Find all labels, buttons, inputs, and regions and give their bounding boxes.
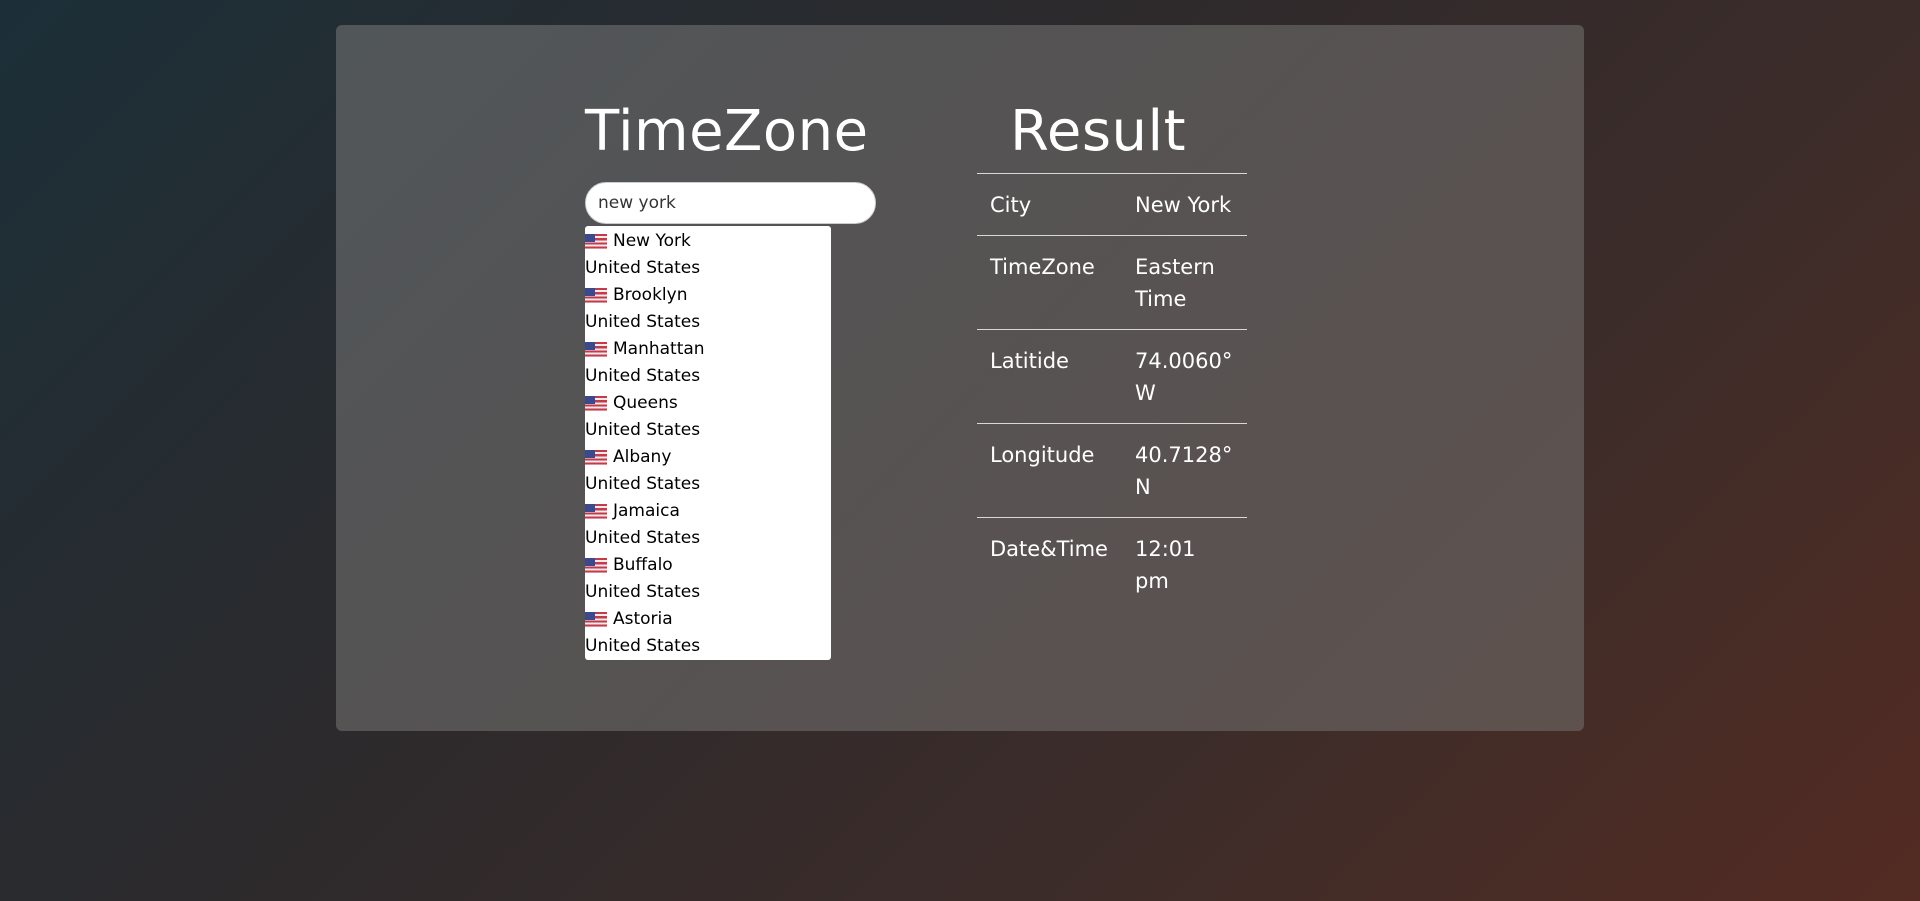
us-flag-icon xyxy=(585,450,607,465)
result-label: Date&Time xyxy=(990,537,1108,561)
result-value: Eastern Time xyxy=(1135,255,1215,311)
us-flag-icon xyxy=(585,612,607,627)
us-flag-icon xyxy=(585,288,607,303)
suggestion-country: United States xyxy=(585,582,701,602)
suggestion-city: New York xyxy=(613,231,691,251)
suggestion-city: Brooklyn xyxy=(613,285,688,305)
result-label: City xyxy=(990,193,1032,217)
suggestion-city: Queens xyxy=(613,393,678,413)
result-value: 74.0060° W xyxy=(1135,349,1233,405)
suggestion-city: Albany xyxy=(613,447,672,467)
suggestion-item-manhattan[interactable]: Manhattan United States xyxy=(585,336,831,390)
suggestion-city: Astoria xyxy=(613,609,673,629)
result-row-latitude: Latitide 74.0060° W xyxy=(977,329,1247,424)
result-title: Result xyxy=(1010,99,1187,164)
timezone-column: TimeZone New York United States Brooklyn… xyxy=(585,92,885,660)
suggestion-item-astoria[interactable]: Astoria United States xyxy=(585,606,831,660)
suggestion-city: Jamaica xyxy=(613,501,680,521)
suggestion-country: United States xyxy=(585,420,701,440)
suggestion-item-queens[interactable]: Queens United States xyxy=(585,390,831,444)
suggestion-city: Buffalo xyxy=(613,555,673,575)
suggestion-item-jamaica[interactable]: Jamaica United States xyxy=(585,498,831,552)
result-row-datetime: Date&Time 12:01 pm xyxy=(977,517,1247,612)
result-value: 12:01 pm xyxy=(1135,537,1196,593)
result-row-city: City New York xyxy=(977,173,1247,236)
main-panel xyxy=(336,25,1584,731)
result-row-longitude: Longitude 40.7128° N xyxy=(977,423,1247,518)
suggestion-country: United States xyxy=(585,312,701,332)
city-search-input[interactable] xyxy=(585,182,876,224)
result-column: Result City New York TimeZone Eastern Ti… xyxy=(977,92,1247,611)
result-row-timezone: TimeZone Eastern Time xyxy=(977,235,1247,330)
result-label: TimeZone xyxy=(990,255,1095,279)
suggestion-country: United States xyxy=(585,528,701,548)
suggestion-city: Manhattan xyxy=(613,339,705,359)
suggestion-country: United States xyxy=(585,474,701,494)
result-value: New York xyxy=(1135,193,1232,217)
result-value: 40.7128° N xyxy=(1135,443,1233,499)
result-label: Latitide xyxy=(990,349,1069,373)
us-flag-icon xyxy=(585,504,607,519)
suggestion-country: United States xyxy=(585,258,701,278)
timezone-title: TimeZone xyxy=(585,99,869,164)
suggestion-item-buffalo[interactable]: Buffalo United States xyxy=(585,552,831,606)
result-table: City New York TimeZone Eastern Time Lati… xyxy=(977,173,1247,611)
us-flag-icon xyxy=(585,396,607,411)
suggestion-country: United States xyxy=(585,366,701,386)
suggestion-dropdown: New York United States Brooklyn United S… xyxy=(585,226,831,660)
result-label: Longitude xyxy=(990,443,1095,467)
suggestion-item-new-york[interactable]: New York United States xyxy=(585,228,831,282)
us-flag-icon xyxy=(585,342,607,357)
us-flag-icon xyxy=(585,234,607,249)
suggestion-item-albany[interactable]: Albany United States xyxy=(585,444,831,498)
suggestion-country: United States xyxy=(585,636,701,656)
us-flag-icon xyxy=(585,558,607,573)
suggestion-item-brooklyn[interactable]: Brooklyn United States xyxy=(585,282,831,336)
